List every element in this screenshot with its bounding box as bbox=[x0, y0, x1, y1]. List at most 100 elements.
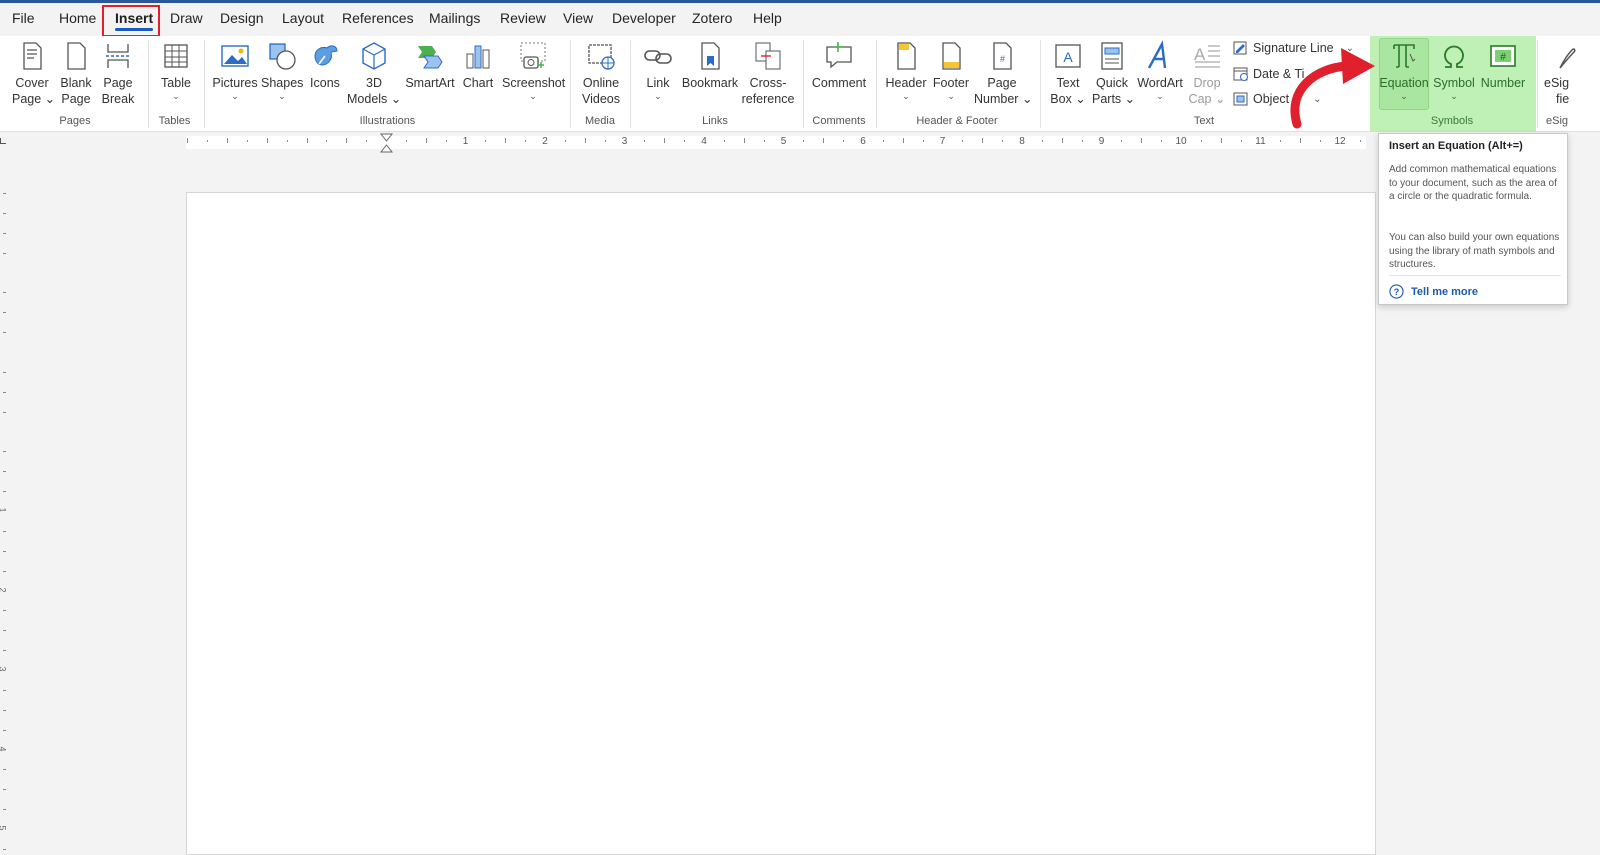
table-button[interactable]: Table ⌄ bbox=[156, 38, 196, 101]
esignature-button[interactable]: eSig fie bbox=[1542, 38, 1582, 107]
horizontal-ruler[interactable]: 1 2 3 4 5 6 7 8 9 10 11 12 bbox=[0, 133, 1600, 153]
ruler-tick bbox=[882, 140, 884, 142]
ribbon-tabs: File Home Insert Draw Design Layout Refe… bbox=[0, 3, 1600, 37]
chevron-down-icon: ⌄ bbox=[172, 91, 180, 101]
blank-page-button[interactable]: Blank Page bbox=[58, 38, 94, 107]
smartart-label: SmartArt bbox=[405, 76, 455, 90]
footer-button[interactable]: Footer ⌄ bbox=[930, 38, 972, 101]
chevron-down-icon: ⌄ bbox=[1450, 91, 1458, 101]
pictures-button[interactable]: Pictures ⌄ bbox=[212, 38, 258, 101]
smartart-button[interactable]: SmartArt bbox=[404, 38, 456, 91]
tab-draw[interactable]: Draw bbox=[170, 9, 203, 31]
header-button[interactable]: Header ⌄ bbox=[884, 38, 928, 101]
ruler-number: 6 bbox=[860, 136, 866, 147]
quick-parts-button[interactable]: Quick Parts ⌄ bbox=[1092, 38, 1136, 107]
blank-page-label: Blank bbox=[60, 76, 92, 90]
link-button[interactable]: Link ⌄ bbox=[640, 38, 676, 101]
document-page[interactable] bbox=[186, 192, 1376, 855]
ruler-tick bbox=[505, 138, 507, 143]
cover-page-button[interactable]: Cover Page ⌄ bbox=[12, 38, 55, 107]
ruler-tick bbox=[1359, 140, 1361, 142]
cross-reference-button[interactable]: Cross- reference bbox=[741, 38, 795, 107]
vruler-tick bbox=[3, 471, 6, 473]
ruler-tick bbox=[843, 140, 845, 142]
vertical-ruler[interactable]: 1 2 3 4 5 bbox=[0, 153, 12, 855]
group-illustrations-label: Illustrations bbox=[359, 115, 416, 127]
ruler-tick bbox=[684, 140, 686, 142]
tab-zotero[interactable]: Zotero bbox=[692, 9, 732, 31]
tab-developer[interactable]: Developer bbox=[612, 9, 676, 31]
insert-tab-annotation-box bbox=[102, 5, 160, 37]
tab-help[interactable]: Help bbox=[753, 9, 782, 31]
page-number-button[interactable]: # Page Number ⌄ bbox=[974, 38, 1032, 107]
ruler-tick bbox=[604, 140, 606, 142]
ruler-tick bbox=[326, 140, 328, 142]
ruler-tick bbox=[743, 138, 745, 143]
ruler-tick bbox=[1161, 140, 1163, 142]
group-separator bbox=[1040, 40, 1041, 128]
group-media-label: Media bbox=[585, 115, 615, 127]
tell-me-more-link[interactable]: ? Tell me more bbox=[1389, 284, 1478, 299]
vruler-tick bbox=[3, 630, 6, 632]
esignature-icon bbox=[1559, 48, 1576, 69]
tab-review[interactable]: Review bbox=[500, 9, 546, 31]
number-button[interactable]: # Number bbox=[1479, 38, 1527, 91]
vruler-tick bbox=[3, 292, 6, 294]
tab-home[interactable]: Home bbox=[59, 9, 96, 31]
bookmark-button[interactable]: Bookmark bbox=[681, 38, 739, 91]
equation-icon bbox=[1393, 44, 1416, 68]
ruler-number: 7 bbox=[939, 136, 946, 147]
ruler-tick bbox=[922, 140, 924, 142]
quick-parts-label-2: Parts ⌄ bbox=[1092, 92, 1136, 106]
svg-text:#: # bbox=[1000, 54, 1005, 64]
shapes-button[interactable]: Shapes ⌄ bbox=[261, 38, 303, 101]
drop-cap-button[interactable]: A Drop Cap ⌄ bbox=[1188, 38, 1226, 107]
ruler-number: 8 bbox=[1019, 136, 1025, 147]
tooltip-divider bbox=[1389, 275, 1561, 276]
online-videos-button[interactable]: Online Videos bbox=[578, 38, 624, 107]
ruler-tick bbox=[246, 140, 248, 142]
indent-marker-icon[interactable] bbox=[380, 133, 393, 153]
group-comments-label: Comments bbox=[812, 115, 866, 127]
vruler-tick bbox=[3, 451, 6, 453]
text-box-button[interactable]: A Text Box ⌄ bbox=[1048, 38, 1088, 107]
tab-design[interactable]: Design bbox=[220, 9, 264, 31]
symbol-button[interactable]: Symbol ⌄ bbox=[1431, 38, 1477, 101]
tab-view[interactable]: View bbox=[563, 9, 593, 31]
svg-text:A: A bbox=[1063, 49, 1073, 65]
ruler-tick bbox=[207, 140, 209, 142]
page-break-button[interactable]: Page Break bbox=[100, 38, 136, 107]
ruler-tick bbox=[723, 140, 725, 142]
chart-label: Chart bbox=[462, 76, 494, 90]
screenshot-button[interactable]: Screenshot ⌄ bbox=[502, 38, 565, 101]
tell-me-more-label: Tell me more bbox=[1411, 285, 1479, 298]
ruler-number: 1 bbox=[462, 136, 469, 147]
chevron-down-icon: ⌄ bbox=[529, 91, 537, 101]
comment-button[interactable]: Comment bbox=[811, 38, 867, 91]
ruler-tick bbox=[1002, 140, 1004, 142]
drop-cap-label-2: Cap ⌄ bbox=[1188, 92, 1226, 106]
icons-button[interactable]: Icons bbox=[306, 38, 344, 91]
icons-label: Icons bbox=[310, 76, 340, 90]
3d-models-button[interactable]: 3D Models ⌄ bbox=[347, 38, 401, 107]
bookmark-icon bbox=[701, 42, 720, 70]
ruler-tick bbox=[644, 140, 646, 142]
cube-icon bbox=[362, 42, 386, 70]
tab-mailings[interactable]: Mailings bbox=[429, 9, 480, 31]
tab-layout[interactable]: Layout bbox=[282, 9, 324, 31]
text-box-icon: A bbox=[1055, 44, 1081, 68]
vruler-tick bbox=[3, 709, 6, 711]
cross-reference-label: Cross- bbox=[749, 76, 787, 90]
chart-button[interactable]: Chart bbox=[460, 38, 496, 91]
ruler-tick bbox=[584, 138, 586, 143]
equation-button[interactable]: Equation ⌄ bbox=[1379, 38, 1429, 101]
ruler-tick bbox=[227, 138, 228, 143]
vruler-tick bbox=[3, 371, 6, 373]
tab-references[interactable]: References bbox=[342, 9, 414, 31]
wordart-button[interactable]: WordArt ⌄ bbox=[1136, 38, 1184, 101]
3d-models-label: 3D bbox=[366, 76, 382, 90]
group-tables-label: Tables bbox=[158, 115, 191, 127]
tab-file[interactable]: File bbox=[12, 9, 35, 31]
comment-icon bbox=[826, 42, 852, 69]
tab-stop-icon[interactable] bbox=[0, 138, 6, 144]
